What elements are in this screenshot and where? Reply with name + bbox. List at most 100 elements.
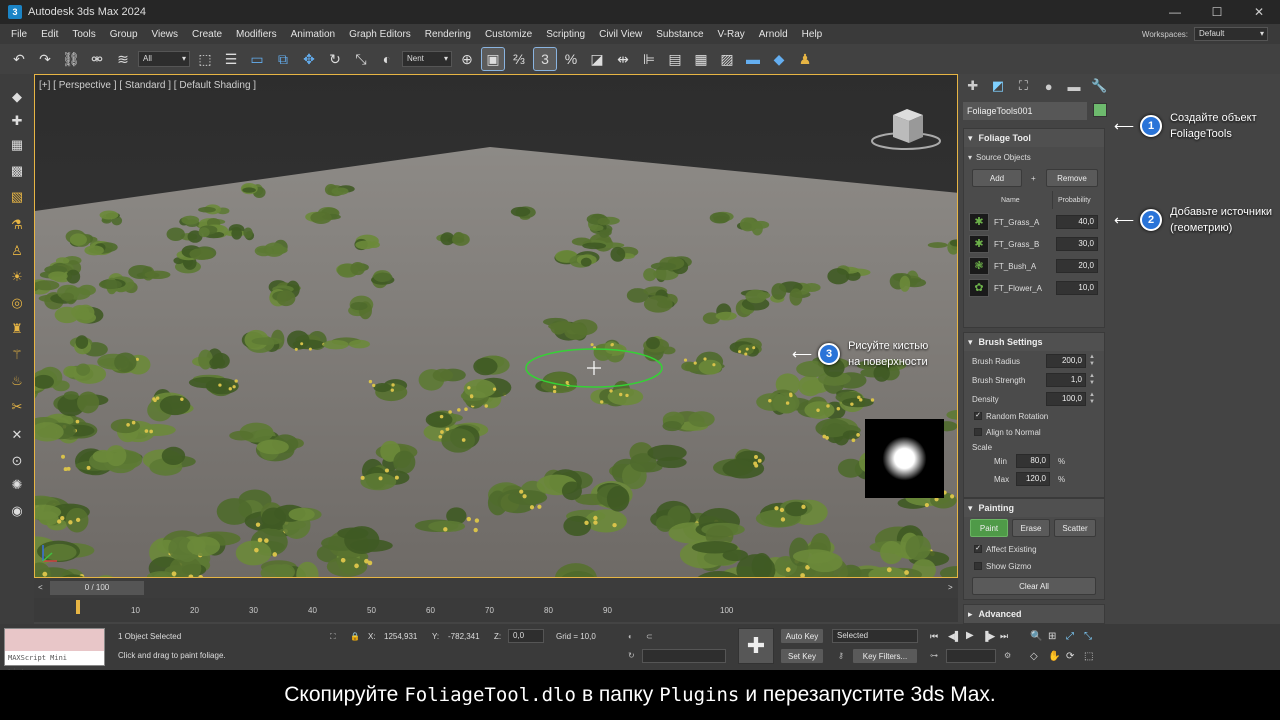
menu-create[interactable]: Create xyxy=(185,29,229,40)
current-frame-field[interactable] xyxy=(946,649,996,663)
spinner-snap-icon[interactable]: ◪ xyxy=(586,48,608,70)
object-color-swatch[interactable] xyxy=(1093,103,1107,117)
populate-icon[interactable]: ▧ xyxy=(5,186,29,208)
sun-icon[interactable]: ☀ xyxy=(5,266,29,288)
flask-icon[interactable]: ⚗ xyxy=(5,214,29,236)
layer-explorer-icon[interactable]: ▦ xyxy=(690,48,712,70)
create-tab-icon[interactable]: ✚ xyxy=(964,78,981,94)
keyboard-shortcut-icon[interactable]: ▣ xyxy=(481,47,505,71)
display-tab-icon[interactable]: ▬ xyxy=(1065,79,1082,94)
move-icon[interactable]: ✥ xyxy=(298,48,320,70)
menu-group[interactable]: Group xyxy=(103,29,145,40)
snap-toggle-icon[interactable]: ⅔ xyxy=(508,48,530,70)
random-rotation-checkbox[interactable]: ✓ xyxy=(974,412,982,420)
menu-views[interactable]: Views xyxy=(145,29,186,40)
menu-rendering[interactable]: Rendering xyxy=(418,29,478,40)
next-frame-icon[interactable]: > xyxy=(948,583,953,592)
select-by-name-icon[interactable]: ☰ xyxy=(220,48,242,70)
key-mode-icon[interactable]: ⊶ xyxy=(930,651,938,660)
render-frame-icon[interactable]: ◆ xyxy=(768,48,790,70)
redo-icon[interactable]: ↷ xyxy=(34,48,56,70)
render-icon[interactable]: ♟ xyxy=(794,48,816,70)
fov-icon[interactable]: ◇ xyxy=(1030,651,1038,662)
named-selection-dropdown[interactable]: Nent xyxy=(402,51,452,67)
menu-civil-view[interactable]: Civil View xyxy=(592,29,649,40)
globe-icon[interactable]: ◉ xyxy=(5,500,29,522)
affect-existing-checkbox[interactable]: ✓ xyxy=(974,545,982,553)
probability-field[interactable]: 20,0 xyxy=(1056,259,1098,273)
rotate-icon[interactable]: ↻ xyxy=(324,48,346,70)
table-row[interactable]: FT_Bush_A xyxy=(994,262,1036,271)
tools-icon[interactable]: ✂ xyxy=(5,396,29,418)
orbit-view-icon[interactable]: ⟳ xyxy=(1066,651,1074,662)
prev-key-icon[interactable]: ◀▌ xyxy=(948,631,961,642)
set-key-button[interactable]: Set Key xyxy=(780,648,824,664)
menu-arnold[interactable]: Arnold xyxy=(752,29,795,40)
orbit-icon[interactable]: ⊙ xyxy=(5,450,29,472)
set-keys-icon[interactable]: ✚ xyxy=(738,628,774,664)
add-button[interactable]: Add xyxy=(972,169,1022,187)
calculator-icon[interactable]: ▦ xyxy=(5,134,29,156)
time-slider[interactable]: 0 / 100 xyxy=(50,581,144,595)
time-config-icon[interactable]: ⊂ xyxy=(646,632,653,641)
create-tool-icon[interactable]: ✚ xyxy=(5,110,29,132)
goto-start-icon[interactable]: ⏮ xyxy=(930,631,938,642)
scale-min-field[interactable]: 80,0 xyxy=(1016,454,1050,468)
time-marker[interactable] xyxy=(76,600,80,614)
prev-frame-icon[interactable]: < xyxy=(38,583,43,592)
modify-tab-icon[interactable]: ◩ xyxy=(989,78,1006,94)
terrain-icon[interactable]: ♨ xyxy=(5,370,29,392)
viewport-label[interactable]: [+] [ Perspective ] [ Standard ] [ Defau… xyxy=(39,80,256,91)
menu-tools[interactable]: Tools xyxy=(65,29,102,40)
play-icon[interactable]: ▶ xyxy=(966,630,974,641)
next-key-icon[interactable]: ▐▶ xyxy=(982,631,995,642)
maxscript-listener[interactable]: MAXScript Mini Listener xyxy=(4,628,105,670)
scale-icon[interactable]: ⤡ xyxy=(350,48,372,70)
table-row[interactable]: FT_Grass_A xyxy=(994,218,1039,227)
add-plus-label[interactable]: + xyxy=(1031,174,1036,183)
motion-tab-icon[interactable]: ● xyxy=(1040,79,1057,94)
undo-icon[interactable]: ↶ xyxy=(8,48,30,70)
z-coordinate[interactable]: 0,0 xyxy=(508,629,544,643)
select-object-icon[interactable]: ⬚ xyxy=(194,48,216,70)
scene-explorer-icon[interactable]: ▤ xyxy=(664,48,686,70)
remove-button[interactable]: Remove xyxy=(1046,169,1098,187)
minimize-icon[interactable]: — xyxy=(1154,0,1196,24)
zoom-all-icon[interactable]: ⊞ xyxy=(1048,631,1056,642)
y-coordinate[interactable]: -782,341 xyxy=(448,632,480,641)
target-icon[interactable]: ◎ xyxy=(5,292,29,314)
maximize-viewport-icon[interactable]: ⬚ xyxy=(1084,651,1093,662)
workspaces-dropdown[interactable]: Default xyxy=(1194,27,1268,41)
zoom-extents-all-icon[interactable]: ⤡ xyxy=(1084,631,1092,642)
menu-modifiers[interactable]: Modifiers xyxy=(229,29,284,40)
source-objects-header[interactable]: ▾ Source Objects xyxy=(968,153,1031,162)
brush-strength-field[interactable]: 1,0 xyxy=(1046,373,1086,387)
track-bar[interactable]: 10 20 30 40 50 60 70 80 90 100 xyxy=(34,598,958,622)
zoom-extents-icon[interactable]: ⤢ xyxy=(1066,631,1074,642)
crowd-icon[interactable]: ♜ xyxy=(5,318,29,340)
rect-selection-icon[interactable]: ▭ xyxy=(246,48,268,70)
brush-settings-header[interactable]: ▾ Brush Settings xyxy=(964,333,1104,351)
brush-radius-spinner[interactable]: ▲ ▼ xyxy=(1088,354,1096,368)
menu-customize[interactable]: Customize xyxy=(478,29,539,40)
isolate-icon[interactable]: ⛶ xyxy=(330,632,336,642)
foliage-tool-header[interactable]: ▾ Foliage Tool xyxy=(964,129,1104,147)
time-configuration-icon[interactable]: ⚙ xyxy=(1004,651,1011,660)
key-mode-dropdown[interactable]: Selected xyxy=(832,629,918,643)
scale-max-field[interactable]: 120,0 xyxy=(1016,472,1050,486)
adaptive-icon[interactable]: ↻ xyxy=(628,651,635,660)
goto-end-icon[interactable]: ⏭ xyxy=(1000,631,1008,642)
brush-radius-field[interactable]: 200,0 xyxy=(1046,354,1086,368)
painting-header[interactable]: ▾ Painting xyxy=(964,499,1104,517)
window-crossing-icon[interactable]: ⧉ xyxy=(272,48,294,70)
align-icon[interactable]: ⊫ xyxy=(638,48,660,70)
perspective-viewport[interactable]: [+] [ Perspective ] [ Standard ] [ Defau… xyxy=(34,74,958,578)
render-setup-icon[interactable]: ▬ xyxy=(742,48,764,70)
hierarchy-tab-icon[interactable]: ⛶ xyxy=(1015,78,1032,94)
clear-all-button[interactable]: Clear All xyxy=(972,577,1096,595)
menu-graph-editors[interactable]: Graph Editors xyxy=(342,29,418,40)
pivot-icon[interactable]: ⊕ xyxy=(456,48,478,70)
table-row[interactable]: FT_Grass_B xyxy=(994,240,1039,249)
bone-icon[interactable]: ⚚ xyxy=(5,344,29,366)
show-gizmo-checkbox[interactable] xyxy=(974,562,982,570)
